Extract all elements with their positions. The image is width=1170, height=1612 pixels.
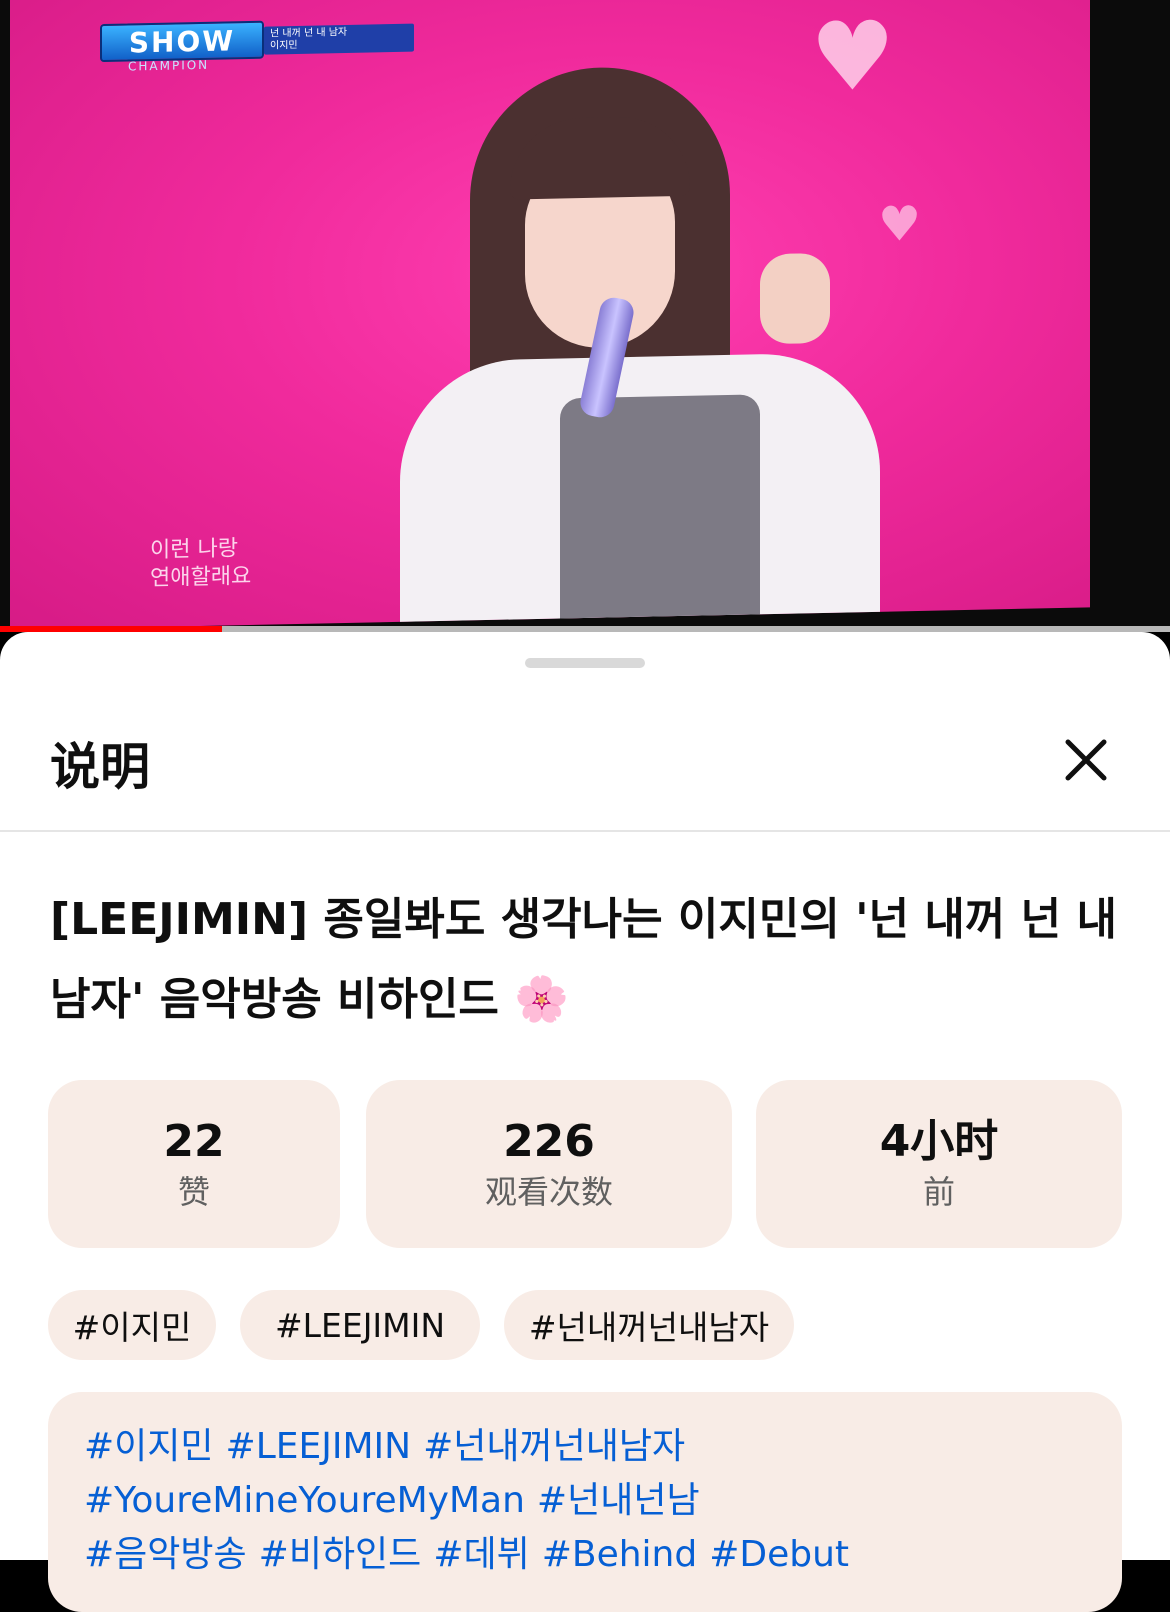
hashtag-link[interactable]: #이지민	[84, 1426, 214, 1467]
hashtag-link[interactable]: #Behind	[542, 1534, 698, 1575]
song-info-overlay: 넌 내꺼 넌 내 남자 이지민	[264, 23, 414, 55]
likes-label: 赞	[177, 1173, 210, 1211]
hashtag-link[interactable]: #비하인드	[259, 1534, 422, 1575]
singer-vest	[560, 394, 760, 629]
views-stat: 226 观看次数	[366, 1080, 732, 1248]
hashtag-link[interactable]: #데뷔	[433, 1534, 529, 1575]
tag-chip[interactable]: #넌내꺼넌내남자	[504, 1290, 794, 1360]
drag-handle[interactable]	[525, 658, 645, 668]
description-box: #이지민 #LEEJIMIN #넌내꺼넌내남자 #YoureMineYoureMyM…	[48, 1392, 1122, 1612]
likes-stat: 22 赞	[48, 1080, 340, 1248]
hashtag-link[interactable]: #음악방송	[84, 1534, 247, 1575]
close-button[interactable]	[1058, 732, 1114, 788]
video-title: [LEEJIMIN] 종일봐도 생각나는 이지민의 '넌 내꺼 넌 내 남자' …	[50, 894, 1117, 1025]
divider	[0, 830, 1170, 832]
upload-time-stat: 4小时 前	[756, 1080, 1122, 1248]
hashtag-link[interactable]: #넌내넌남	[537, 1480, 700, 1521]
hashtag-link[interactable]: #YoureMineYoureMyMan	[84, 1480, 525, 1521]
views-label: 观看次数	[484, 1173, 613, 1211]
video-player[interactable]: SHOW CHAMPION 넌 내꺼 넌 내 남자 이지민 ♥ ♥ 이런 나랑 …	[0, 0, 1170, 632]
hashtag-link[interactable]: #LEEJIMIN	[226, 1426, 412, 1467]
caption-line: 이런 나랑	[150, 536, 238, 564]
lyric-caption: 이런 나랑 연애할래요	[150, 535, 251, 593]
tv-frame: SHOW CHAMPION 넌 내꺼 넌 내 남자 이지민 ♥ ♥ 이런 나랑 …	[0, 0, 1170, 632]
tag-chip[interactable]: #LEEJIMIN	[240, 1290, 480, 1360]
views-count: 226	[503, 1116, 595, 1167]
caption-line: 연애할래요	[150, 563, 252, 592]
upload-time-value: 4小时	[879, 1116, 999, 1167]
tag-chips: #이지민 #LEEJIMIN #넌내꺼넌내남자	[48, 1290, 1148, 1362]
overlay-artist: 이지민	[270, 39, 298, 52]
description-hashtags: #이지민 #LEEJIMIN #넌내꺼넌내남자 #YoureMineYoureMyM…	[84, 1420, 1084, 1582]
singer-hand	[760, 252, 830, 345]
show-champion-logo: SHOW	[100, 20, 264, 63]
show-champion-logo-sub: CHAMPION	[128, 57, 210, 74]
close-icon	[1065, 739, 1107, 781]
likes-count: 22	[163, 1116, 225, 1167]
sheet-title: 说明	[50, 738, 150, 796]
description-sheet: 说明 [LEEJIMIN] 종일봐도 생각나는 이지민의 '넌 내꺼 넌 내 남…	[0, 632, 1170, 1612]
stats-row: 22 赞 226 观看次数 4小时 前	[48, 1080, 1122, 1248]
upload-time-label: 前	[922, 1173, 955, 1211]
singer-figure	[390, 51, 910, 631]
hashtag-link[interactable]: #넌내꺼넌내남자	[423, 1426, 685, 1467]
tag-chip[interactable]: #이지민	[48, 1290, 216, 1360]
hashtag-link[interactable]: #Debut	[709, 1534, 849, 1575]
video-frame: SHOW CHAMPION 넌 내꺼 넌 내 남자 이지민 ♥ ♥ 이런 나랑 …	[10, 0, 1090, 631]
